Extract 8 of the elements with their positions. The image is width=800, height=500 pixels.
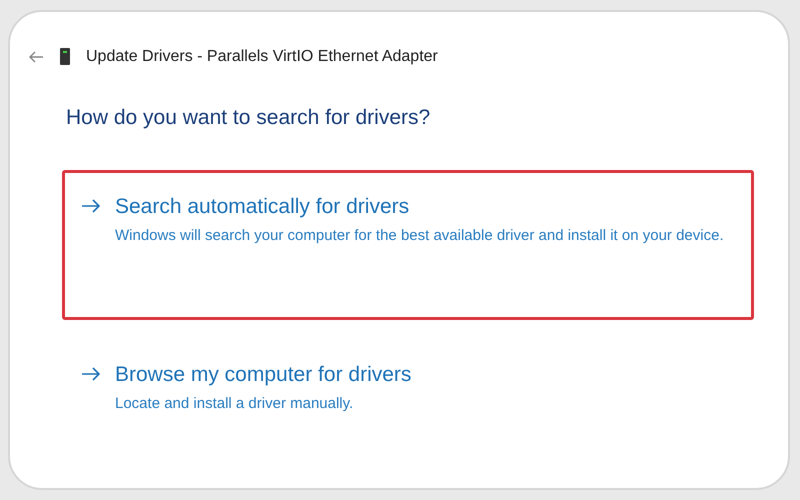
- network-adapter-icon: [60, 48, 70, 66]
- arrow-icon: [81, 199, 101, 213]
- window-title: Update Drivers - Parallels VirtIO Ethernet Adapter: [86, 48, 438, 66]
- option-button[interactable]: Search automatically for drivers Windows will search your computer for the best available driver and install it on your device.: [62, 170, 754, 320]
- page-heading: How do you want to search for drivers?: [66, 106, 432, 130]
- arrow-icon: [81, 367, 101, 381]
- option-button[interactable]: Browse my computer for drivers Locate and install a driver manually.: [62, 338, 754, 418]
- back-button[interactable]: [28, 50, 44, 64]
